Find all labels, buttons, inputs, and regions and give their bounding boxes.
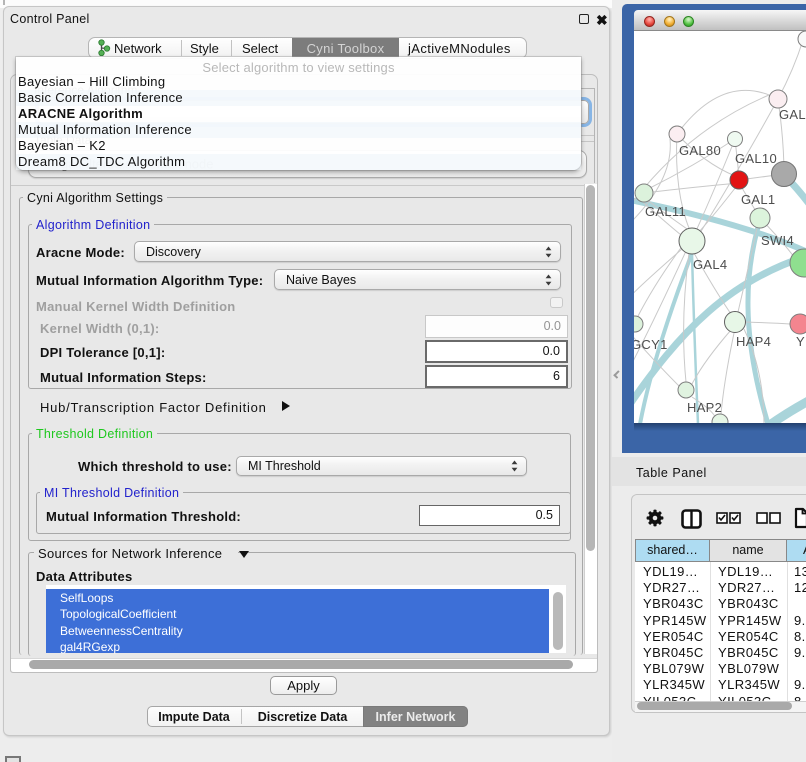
svg-text:GAL11: GAL11 bbox=[645, 204, 686, 219]
svg-text:GAL2: GAL2 bbox=[779, 107, 806, 122]
svg-text:HAP2: HAP2 bbox=[687, 400, 722, 415]
svg-text:GAL10: GAL10 bbox=[735, 151, 777, 166]
svg-text:GCY1: GCY1 bbox=[634, 337, 668, 352]
svg-text:GAL80: GAL80 bbox=[679, 143, 721, 158]
svg-text:SWI4: SWI4 bbox=[761, 233, 794, 248]
svg-text:GAL4: GAL4 bbox=[693, 257, 727, 272]
svg-text:GAL1: GAL1 bbox=[741, 192, 775, 207]
svg-text:Y: Y bbox=[796, 334, 805, 349]
svg-text:HAP4: HAP4 bbox=[736, 334, 771, 349]
